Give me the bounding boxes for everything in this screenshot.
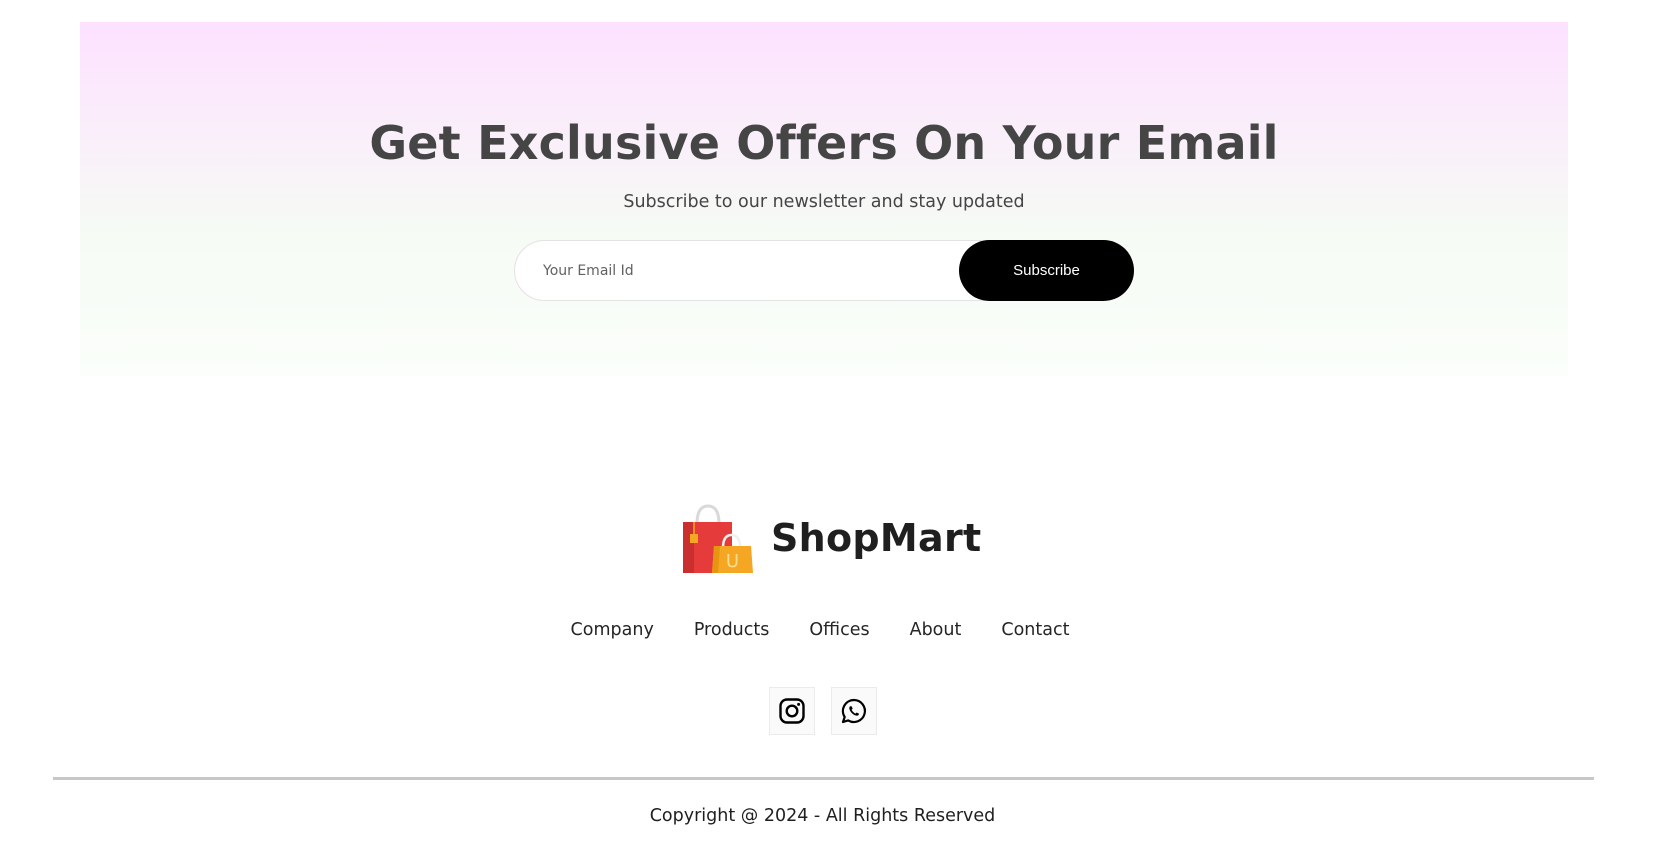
footer-divider [53, 777, 1594, 780]
whatsapp-button[interactable] [831, 687, 877, 735]
shopping-bags-icon: U [683, 504, 753, 573]
subscribe-button[interactable]: Subscribe [959, 240, 1134, 301]
email-input[interactable] [515, 241, 955, 300]
footer-link-contact[interactable]: Contact [1001, 620, 1069, 640]
footer-link-company[interactable]: Company [571, 620, 654, 640]
whatsapp-icon [841, 698, 866, 724]
footer-brand[interactable]: U ShopMart [680, 502, 982, 574]
copyright-text: Copyright @ 2024 - All Rights Reserved [649, 806, 996, 826]
brand-name: ShopMart [771, 516, 982, 560]
footer-link-about[interactable]: About [910, 620, 962, 640]
newsletter-subtitle: Subscribe to our newsletter and stay upd… [623, 192, 1025, 212]
footer-link-offices[interactable]: Offices [809, 620, 869, 640]
social-icons [769, 687, 877, 735]
logo-letter: U [726, 551, 739, 572]
newsletter-title: Get Exclusive Offers On Your Email [369, 116, 1279, 170]
instagram-icon [779, 698, 805, 724]
footer-links: Company Products Offices About Contact [0, 620, 1655, 640]
subscribe-form: Subscribe [514, 240, 1134, 301]
footer-link-products[interactable]: Products [694, 620, 770, 640]
instagram-button[interactable] [769, 687, 815, 735]
newsletter-section: Get Exclusive Offers On Your Email Subsc… [80, 22, 1568, 376]
